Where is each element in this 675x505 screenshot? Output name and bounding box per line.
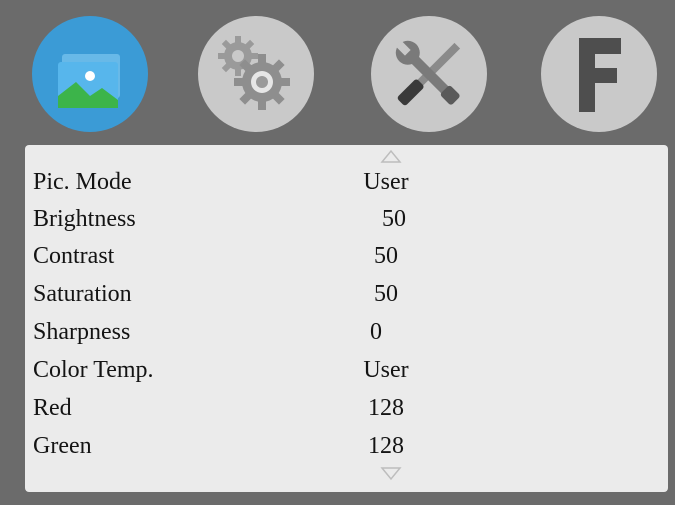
triangle-down-icon[interactable]: [379, 467, 403, 481]
menu-item-pic-mode[interactable]: Pic. Mode User: [33, 165, 653, 199]
menu-item-label: Pic. Mode: [33, 169, 132, 195]
menu-item-label: Red: [33, 395, 72, 421]
menu-item-label: Color Temp.: [33, 357, 154, 383]
menu-item-label: Brightness: [33, 206, 136, 232]
menu-item-green[interactable]: Green 128: [33, 429, 653, 463]
menu-item-value: 50: [374, 243, 398, 269]
menu-panel: Pic. Mode User Brightness 50 Contrast 50…: [25, 145, 668, 492]
menu-item-value: 50: [382, 206, 406, 232]
menu-item-color-temp[interactable]: Color Temp. User: [33, 353, 653, 387]
tools-icon: [371, 16, 487, 132]
menu-item-contrast[interactable]: Contrast 50: [33, 239, 653, 273]
menu-item-label: Saturation: [33, 281, 132, 307]
menu-item-red[interactable]: Red 128: [33, 391, 653, 425]
menu-item-brightness[interactable]: Brightness 50: [33, 202, 653, 236]
tab-tools[interactable]: [371, 16, 487, 132]
picture-icon: [32, 16, 148, 132]
menu-item-value: 50: [374, 281, 398, 307]
triangle-up-icon[interactable]: [379, 149, 403, 163]
tab-factory[interactable]: [541, 16, 657, 132]
menu-item-value: User: [363, 169, 409, 195]
menu-item-value: 128: [368, 395, 404, 421]
osd-menu: Pic. Mode User Brightness 50 Contrast 50…: [0, 0, 675, 505]
menu-item-value: 128: [368, 433, 404, 459]
menu-item-value: User: [363, 357, 409, 383]
menu-item-sharpness[interactable]: Sharpness 0: [33, 315, 653, 349]
gears-icon: [198, 16, 314, 132]
tab-picture[interactable]: [32, 16, 148, 132]
tab-settings[interactable]: [198, 16, 314, 132]
menu-item-label: Green: [33, 433, 92, 459]
tab-bar: [0, 0, 675, 142]
menu-item-saturation[interactable]: Saturation 50: [33, 277, 653, 311]
menu-item-label: Contrast: [33, 243, 115, 269]
menu-item-value: 0: [370, 319, 382, 345]
menu-item-label: Sharpness: [33, 319, 131, 345]
factory-f-icon: [541, 16, 657, 132]
